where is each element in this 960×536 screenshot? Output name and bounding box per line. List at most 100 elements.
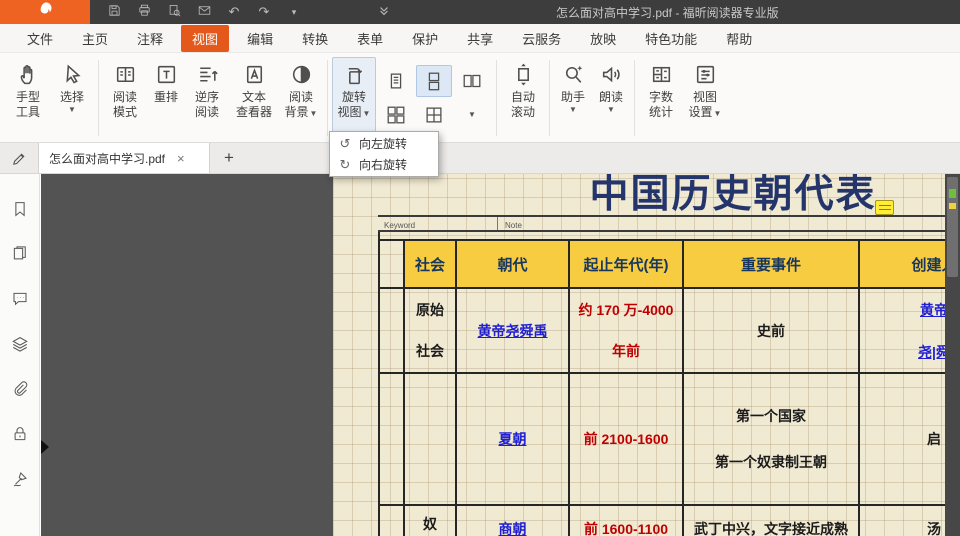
menu-tab-edit[interactable]: 编辑 xyxy=(236,25,284,52)
document-viewport[interactable]: 中国历史朝代表 Keyword Note 社会 朝代 起止年代(年) 重要事件 … xyxy=(41,174,945,536)
print-button[interactable] xyxy=(132,2,156,22)
view-settings-button[interactable]: 视图 设置▼ xyxy=(683,57,727,139)
save-button[interactable] xyxy=(102,2,126,22)
layers-icon xyxy=(11,335,29,353)
continuous-view-button[interactable] xyxy=(416,65,452,97)
link-yao-shun[interactable]: 尧|舜 xyxy=(918,342,945,362)
link-huangdi[interactable]: 黄帝 xyxy=(920,300,945,320)
facing-view-button[interactable] xyxy=(454,65,490,97)
cell-dynasty-3: 商朝 xyxy=(457,506,570,536)
pages-panel-button[interactable] xyxy=(9,245,31,263)
customize-toolbar-button[interactable]: ▾ xyxy=(282,2,306,22)
document-tab-label: 怎么面对高中学习.pdf xyxy=(49,150,165,167)
read-mode-button[interactable]: 阅读 模式 xyxy=(103,57,147,139)
cell-founder-2: 启 xyxy=(860,374,945,506)
collapse-toolbar-button[interactable] xyxy=(372,2,396,22)
menu-tab-cloud[interactable]: 云服务 xyxy=(511,25,572,52)
vertical-scrollbar-thumb[interactable] xyxy=(947,177,958,277)
signature-panel-button[interactable] xyxy=(9,470,31,488)
continuous-facing-view-button[interactable] xyxy=(378,99,414,131)
menu-tab-comment[interactable]: 注释 xyxy=(126,25,174,52)
cell-event-2: 第一个国家 第一个奴隶制王朝 xyxy=(684,374,860,506)
menu-tab-features[interactable]: 特色功能 xyxy=(634,25,708,52)
table-margin-cell xyxy=(380,374,405,506)
sidebar-expand-handle[interactable] xyxy=(41,440,49,454)
read-aloud-button[interactable]: 朗读 ▼ xyxy=(592,57,630,139)
menu-tab-convert[interactable]: 转换 xyxy=(291,25,339,52)
menu-tab-view[interactable]: 视图 xyxy=(181,25,229,52)
bookmarks-panel-button[interactable] xyxy=(9,200,31,218)
read-background-icon xyxy=(289,62,314,87)
rotate-left-menuitem[interactable]: ↺ 向左旋转 xyxy=(330,133,438,154)
meta-divider xyxy=(497,217,498,230)
link-xia-dynasty[interactable]: 夏朝 xyxy=(499,429,527,449)
hand-tool-label-1: 手型 xyxy=(16,90,40,105)
rotate-view-button[interactable]: 旋转 视图▼ xyxy=(332,57,376,139)
menu-tab-help[interactable]: 帮助 xyxy=(715,25,763,52)
read-background-button[interactable]: 阅读 背景▼ xyxy=(279,57,323,139)
menu-tab-protect[interactable]: 保护 xyxy=(401,25,449,52)
split-view-button[interactable] xyxy=(416,99,452,131)
new-tab-button[interactable]: + xyxy=(224,148,234,168)
pdf-page: 中国历史朝代表 Keyword Note 社会 朝代 起止年代(年) 重要事件 … xyxy=(333,174,945,536)
menubar: 文件 主页 注释 视图 编辑 转换 表单 保护 共享 云服务 放映 特色功能 帮… xyxy=(0,24,960,53)
view-settings-icon xyxy=(693,62,718,87)
header-dates: 起止年代(年) xyxy=(570,241,684,289)
link-huangdi-yao-shun-yu[interactable]: 黄帝尧舜禹 xyxy=(478,321,548,341)
cell-founder-3: 汤 xyxy=(860,506,945,536)
security-panel-button[interactable] xyxy=(9,425,31,443)
header-events: 重要事件 xyxy=(684,241,860,289)
menu-tab-file[interactable]: 文件 xyxy=(16,25,64,52)
menu-tab-home[interactable]: 主页 xyxy=(71,25,119,52)
date-text: 前 2100-1600 xyxy=(584,429,669,449)
tab-close-button[interactable]: × xyxy=(177,151,185,166)
select-tool-label: 选择 xyxy=(60,90,84,105)
rotate-view-icon xyxy=(342,62,367,87)
date-text: 约 170 万-4000 xyxy=(579,300,674,320)
quick-annotate-button[interactable] xyxy=(0,143,38,174)
undo-button[interactable]: ↶ xyxy=(222,2,246,22)
text-viewer-label-2: 查看器 xyxy=(236,105,272,120)
note-annotation-icon[interactable] xyxy=(875,200,894,215)
text-viewer-icon xyxy=(242,62,267,87)
caret-down-icon: ▼ xyxy=(569,105,577,115)
event-text: 第一个奴隶制王朝 xyxy=(715,452,827,472)
hand-tool-button[interactable]: 手型 工具 xyxy=(6,57,50,139)
reflow-button[interactable]: 重排 xyxy=(147,57,185,139)
word-count-button[interactable]: 字数 统计 xyxy=(639,57,683,139)
pencil-icon xyxy=(11,150,28,167)
single-page-view-button[interactable] xyxy=(378,65,414,97)
auto-scroll-label-1: 自动 xyxy=(511,90,535,105)
menu-tab-form[interactable]: 表单 xyxy=(346,25,394,52)
assistant-button[interactable]: 助手 ▼ xyxy=(554,57,592,139)
rotate-right-menuitem[interactable]: ↻ 向右旋转 xyxy=(330,154,438,175)
print-preview-button[interactable] xyxy=(162,2,186,22)
reverse-read-button[interactable]: 逆序 阅读 xyxy=(185,57,229,139)
comments-panel-button[interactable] xyxy=(9,290,31,308)
reverse-read-label-1: 逆序 xyxy=(195,90,219,105)
vertical-scrollbar-track[interactable] xyxy=(945,174,960,536)
cell-event-3: 武丁中兴，文字接近成熟 xyxy=(684,506,860,536)
redo-button[interactable]: ↷ xyxy=(252,2,276,22)
app-logo[interactable] xyxy=(0,0,90,24)
layers-panel-button[interactable] xyxy=(9,335,31,353)
select-tool-button[interactable]: 选择 ▼ xyxy=(50,57,94,139)
text-viewer-button[interactable]: 文本 查看器 xyxy=(229,57,279,139)
history-table: 社会 朝代 起止年代(年) 重要事件 创建人 原始 社会 黄帝尧舜禹 xyxy=(378,239,945,536)
email-button[interactable] xyxy=(192,2,216,22)
menu-tab-share[interactable]: 共享 xyxy=(456,25,504,52)
hand-tool-label-2: 工具 xyxy=(16,105,40,120)
caret-down-icon: ▾ xyxy=(292,7,297,18)
page-display-caret-button[interactable]: ▼ xyxy=(454,99,490,131)
link-shang-dynasty[interactable]: 商朝 xyxy=(499,519,527,536)
cell-event-1: 史前 xyxy=(684,289,860,374)
rotate-view-menu: ↺ 向左旋转 ↻ 向右旋转 xyxy=(329,131,439,177)
auto-scroll-button[interactable]: 自动 滚动 xyxy=(501,57,545,139)
paperclip-icon xyxy=(11,380,29,398)
document-tab[interactable]: 怎么面对高中学习.pdf × xyxy=(38,143,210,173)
auto-scroll-icon xyxy=(511,62,536,87)
rotate-view-label-2: 视图▼ xyxy=(338,105,371,121)
pages-icon xyxy=(11,245,29,263)
attachments-panel-button[interactable] xyxy=(9,380,31,398)
menu-tab-slideshow[interactable]: 放映 xyxy=(579,25,627,52)
